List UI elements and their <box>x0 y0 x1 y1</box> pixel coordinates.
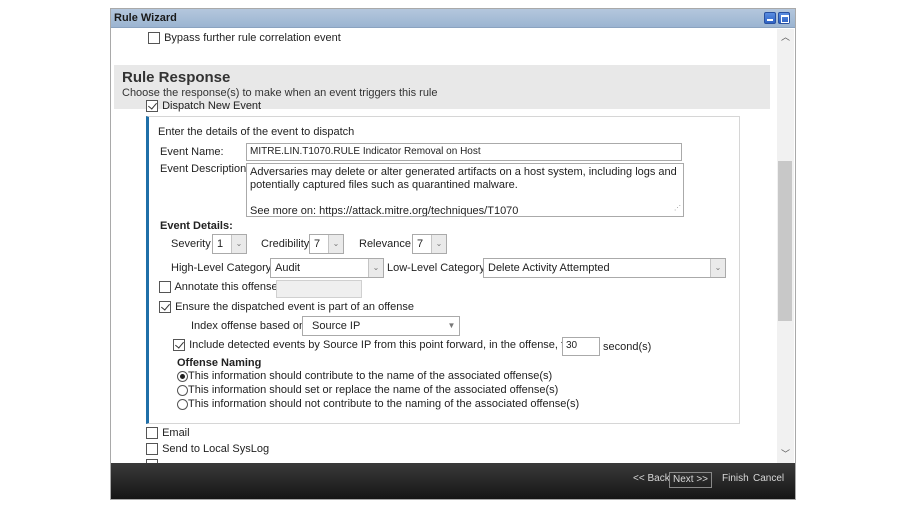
dispatch-new-event-label: Dispatch New Event <box>162 100 261 112</box>
naming-radio-contribute[interactable] <box>177 371 188 382</box>
scroll-up-icon[interactable]: ︿ <box>777 29 794 46</box>
index-offense-select[interactable]: Source IP ▼ <box>302 316 460 336</box>
maximize-icon[interactable] <box>778 12 790 24</box>
next-button[interactable]: Next >> <box>669 472 712 488</box>
chevron-down-icon: ⌄ <box>368 259 383 277</box>
window-title: Rule Wizard <box>114 12 177 24</box>
chevron-down-icon: ⌄ <box>431 235 446 253</box>
annotate-input[interactable] <box>276 280 362 298</box>
bypass-checkbox[interactable] <box>148 32 160 44</box>
low-level-category-value: Delete Activity Attempted <box>488 262 610 274</box>
dispatch-panel: Enter the details of the event to dispat… <box>146 116 740 424</box>
high-level-category-select[interactable]: Audit ⌄ <box>270 258 384 278</box>
resize-grip-icon[interactable]: ⋰ <box>674 202 681 215</box>
naming-radio-none[interactable] <box>177 399 188 410</box>
scroll-down-icon[interactable]: ﹀ <box>777 446 794 463</box>
naming-option-label: This information should set or replace t… <box>188 384 558 396</box>
ensure-offense-row: Ensure the dispatched event is part of a… <box>159 301 414 313</box>
annotate-checkbox[interactable] <box>159 281 171 293</box>
email-label: Email <box>162 427 190 439</box>
desc-line <box>250 192 680 205</box>
naming-option-none: This information should not contribute t… <box>177 398 579 410</box>
include-seconds-input[interactable]: 30 <box>562 337 600 356</box>
title-bar: Rule Wizard <box>111 9 795 28</box>
section-title: Rule Response <box>122 69 230 86</box>
naming-radio-replace[interactable] <box>177 385 188 396</box>
syslog-checkbox[interactable] <box>146 443 158 455</box>
index-offense-value: Source IP <box>312 320 360 332</box>
email-checkbox[interactable] <box>146 427 158 439</box>
low-level-category-label: Low-Level Category: <box>387 262 488 274</box>
chevron-down-icon: ⌄ <box>231 235 246 253</box>
ensure-offense-label: Ensure the dispatched event is part of a… <box>175 301 414 313</box>
dispatch-row: Dispatch New Event <box>146 100 261 112</box>
wizard-content: Bypass further rule correlation event Ru… <box>111 29 777 463</box>
severity-value: 1 <box>217 238 223 250</box>
event-name-input[interactable]: MITRE.LIN.T1070.RULE Indicator Removal o… <box>246 143 682 161</box>
wizard-footer: << Back Next >> Finish Cancel <box>111 463 795 499</box>
dispatch-new-event-checkbox[interactable] <box>146 100 158 112</box>
severity-label: Severity <box>171 238 211 250</box>
event-description-label: Event Description: <box>160 163 249 175</box>
credibility-label: Credibility <box>261 238 309 250</box>
offense-naming-heading: Offense Naming <box>177 357 261 369</box>
syslog-row: Send to Local SysLog <box>146 443 269 455</box>
relevance-select[interactable]: 7 ⌄ <box>412 234 447 254</box>
minimize-icon[interactable] <box>764 12 776 24</box>
include-events-label: Include detected events by Source IP fro… <box>189 339 580 351</box>
desc-line: potentially captured files such as quara… <box>250 179 680 192</box>
email-row: Email <box>146 427 190 439</box>
include-events-row: Include detected events by Source IP fro… <box>173 339 580 351</box>
include-events-checkbox[interactable] <box>173 339 185 351</box>
relevance-value: 7 <box>417 238 423 250</box>
relevance-label: Relevance <box>359 238 411 250</box>
credibility-select[interactable]: 7 ⌄ <box>309 234 344 254</box>
annotate-row: Annotate this offense: <box>159 281 281 293</box>
naming-option-replace: This information should set or replace t… <box>177 384 558 396</box>
high-level-category-value: Audit <box>275 262 300 274</box>
desc-line: Adversaries may delete or alter generate… <box>250 166 680 179</box>
rule-wizard-window: Rule Wizard Bypass further rule correlat… <box>110 8 796 500</box>
dispatch-intro: Enter the details of the event to dispat… <box>158 126 354 138</box>
bypass-row: Bypass further rule correlation event <box>148 32 341 44</box>
naming-option-contribute: This information should contribute to th… <box>177 370 552 382</box>
vertical-scrollbar[interactable]: ︿ ﹀ <box>777 29 794 463</box>
section-subtitle: Choose the response(s) to make when an e… <box>122 87 438 99</box>
annotate-label: Annotate this offense: <box>174 281 280 293</box>
cancel-button[interactable]: Cancel <box>751 472 786 488</box>
chevron-down-icon: ⌄ <box>710 259 725 277</box>
chevron-down-icon: ⌄ <box>328 235 343 253</box>
finish-button[interactable]: Finish <box>720 472 751 488</box>
desc-line: See more on: https://attack.mitre.org/te… <box>250 205 680 217</box>
bypass-label: Bypass further rule correlation event <box>164 32 341 44</box>
low-level-category-select[interactable]: Delete Activity Attempted ⌄ <box>483 258 726 278</box>
naming-option-label: This information should not contribute t… <box>188 398 579 410</box>
scroll-thumb[interactable] <box>778 161 792 321</box>
event-description-textarea[interactable]: Adversaries may delete or alter generate… <box>246 163 684 217</box>
syslog-label: Send to Local SysLog <box>162 443 269 455</box>
high-level-category-label: High-Level Category: <box>171 262 274 274</box>
credibility-value: 7 <box>314 238 320 250</box>
index-offense-label: Index offense based on <box>191 320 305 332</box>
ensure-offense-checkbox[interactable] <box>159 301 171 313</box>
seconds-label: second(s) <box>603 341 651 353</box>
back-button[interactable]: << Back <box>631 472 672 488</box>
event-name-label: Event Name: <box>160 146 224 158</box>
severity-select[interactable]: 1 ⌄ <box>212 234 247 254</box>
naming-option-label: This information should contribute to th… <box>188 370 552 382</box>
caret-down-icon: ▼ <box>444 317 459 335</box>
event-details-heading: Event Details: <box>160 220 233 232</box>
